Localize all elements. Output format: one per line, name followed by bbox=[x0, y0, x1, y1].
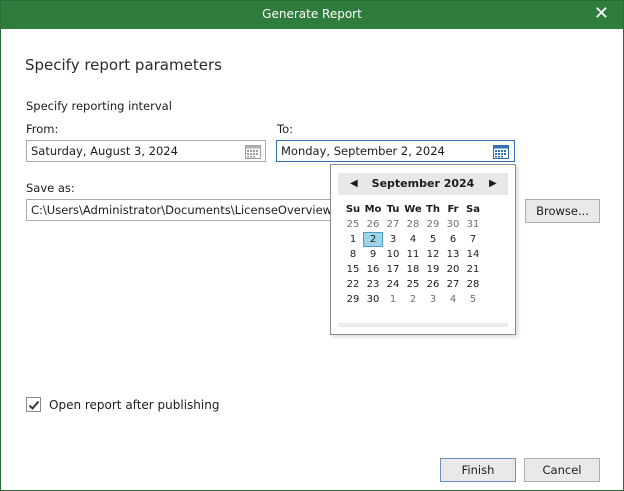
calendar-day[interactable]: 16 bbox=[363, 262, 383, 277]
weekday-header: Su bbox=[345, 204, 361, 215]
calendar-day[interactable]: 3 bbox=[423, 292, 443, 307]
next-month-icon[interactable]: ▶ bbox=[489, 178, 497, 189]
open-report-checkbox[interactable] bbox=[26, 397, 41, 412]
from-label: From: bbox=[26, 122, 59, 136]
calendar-day[interactable]: 17 bbox=[383, 262, 403, 277]
checkmark-icon bbox=[28, 400, 40, 410]
title-bar: Generate Report ✕ bbox=[1, 1, 623, 29]
from-date-field[interactable]: Saturday, August 3, 2024 bbox=[26, 140, 266, 162]
calendar-day[interactable]: 30 bbox=[363, 292, 383, 307]
calendar-day[interactable]: 25 bbox=[343, 217, 363, 232]
calendar-day[interactable]: 22 bbox=[343, 277, 363, 292]
calendar-day[interactable]: 9 bbox=[363, 247, 383, 262]
calendar-day[interactable]: 26 bbox=[363, 217, 383, 232]
calendar-day[interactable]: 3 bbox=[383, 232, 403, 247]
to-date-field[interactable]: Monday, September 2, 2024 bbox=[276, 140, 515, 162]
weekday-header: Tu bbox=[386, 204, 400, 215]
calendar-day[interactable]: 1 bbox=[343, 232, 363, 247]
calendar-week: 25 26 27 28 29 30 31 bbox=[343, 217, 483, 232]
weekday-header: We bbox=[404, 204, 422, 215]
from-date-value: Saturday, August 3, 2024 bbox=[31, 144, 178, 158]
calendar-day[interactable]: 20 bbox=[443, 262, 463, 277]
close-icon[interactable]: ✕ bbox=[594, 3, 609, 24]
calendar-day[interactable]: 2 bbox=[403, 292, 423, 307]
open-report-label[interactable]: Open report after publishing bbox=[49, 398, 219, 412]
calendar-week: 8 9 10 11 12 13 14 bbox=[343, 247, 483, 262]
calendar-footer bbox=[338, 323, 508, 327]
calendar-day[interactable]: 31 bbox=[463, 217, 483, 232]
calendar-month-label: September 2024 bbox=[371, 177, 475, 190]
calendar-day[interactable]: 30 bbox=[443, 217, 463, 232]
calendar-day[interactable]: 15 bbox=[343, 262, 363, 277]
calendar-day[interactable]: 12 bbox=[423, 247, 443, 262]
save-path-value: C:\Users\Administrator\Documents\License… bbox=[31, 203, 354, 217]
weekday-header-row: Su Mo Tu We Th Fr Sa bbox=[343, 202, 483, 217]
browse-button[interactable]: Browse... bbox=[525, 199, 600, 223]
calendar-day[interactable]: 23 bbox=[363, 277, 383, 292]
calendar-day[interactable]: 28 bbox=[403, 217, 423, 232]
weekday-header: Fr bbox=[447, 204, 459, 215]
calendar-day[interactable]: 24 bbox=[383, 277, 403, 292]
calendar-day[interactable]: 27 bbox=[383, 217, 403, 232]
calendar-day[interactable]: 18 bbox=[403, 262, 423, 277]
weekday-header: Mo bbox=[364, 204, 382, 215]
calendar-icon[interactable] bbox=[245, 144, 261, 159]
to-label: To: bbox=[277, 122, 293, 136]
calendar-day[interactable]: 1 bbox=[383, 292, 403, 307]
calendar-week: 1 2 3 4 5 6 7 bbox=[343, 232, 483, 247]
calendar-day[interactable]: 21 bbox=[463, 262, 483, 277]
calendar-day[interactable]: 25 bbox=[403, 277, 423, 292]
weekday-header: Sa bbox=[466, 204, 480, 215]
calendar-day[interactable]: 19 bbox=[423, 262, 443, 277]
save-as-label: Save as: bbox=[26, 181, 75, 195]
finish-button[interactable]: Finish bbox=[440, 458, 516, 482]
calendar-day[interactable]: 29 bbox=[343, 292, 363, 307]
calendar-day[interactable]: 7 bbox=[463, 232, 483, 247]
to-date-value: Monday, September 2, 2024 bbox=[281, 144, 445, 158]
calendar-grid: Su Mo Tu We Th Fr Sa 25 26 27 28 29 30 3… bbox=[343, 202, 483, 307]
calendar-day[interactable]: 4 bbox=[443, 292, 463, 307]
calendar-day[interactable]: 14 bbox=[463, 247, 483, 262]
window-title: Generate Report bbox=[262, 7, 362, 21]
calendar-day[interactable]: 5 bbox=[423, 232, 443, 247]
calendar-day[interactable]: 28 bbox=[463, 277, 483, 292]
weekday-header: Th bbox=[426, 204, 440, 215]
interval-section-label: Specify reporting interval bbox=[26, 99, 172, 113]
calendar-day[interactable]: 6 bbox=[443, 232, 463, 247]
generate-report-dialog: Generate Report ✕ Specify report paramet… bbox=[0, 0, 624, 491]
calendar-week: 29 30 1 2 3 4 5 bbox=[343, 292, 483, 307]
calendar-day[interactable]: 10 bbox=[383, 247, 403, 262]
calendar-day[interactable]: 13 bbox=[443, 247, 463, 262]
calendar-day[interactable]: 27 bbox=[443, 277, 463, 292]
calendar-day[interactable]: 8 bbox=[343, 247, 363, 262]
calendar-day[interactable]: 29 bbox=[423, 217, 443, 232]
calendar-day-selected[interactable]: 2 bbox=[363, 232, 383, 247]
page-title: Specify report parameters bbox=[25, 56, 222, 74]
calendar-day[interactable]: 5 bbox=[463, 292, 483, 307]
calendar-popup: September 2024 ◀ ▶ Su Mo Tu We Th Fr Sa … bbox=[330, 164, 516, 335]
calendar-header: September 2024 ◀ ▶ bbox=[338, 173, 508, 195]
previous-month-icon[interactable]: ◀ bbox=[350, 178, 358, 189]
cancel-button[interactable]: Cancel bbox=[524, 458, 600, 482]
calendar-week: 15 16 17 18 19 20 21 bbox=[343, 262, 483, 277]
calendar-icon[interactable] bbox=[493, 144, 509, 159]
calendar-day[interactable]: 11 bbox=[403, 247, 423, 262]
calendar-day[interactable]: 4 bbox=[403, 232, 423, 247]
calendar-day[interactable]: 26 bbox=[423, 277, 443, 292]
calendar-week: 22 23 24 25 26 27 28 bbox=[343, 277, 483, 292]
